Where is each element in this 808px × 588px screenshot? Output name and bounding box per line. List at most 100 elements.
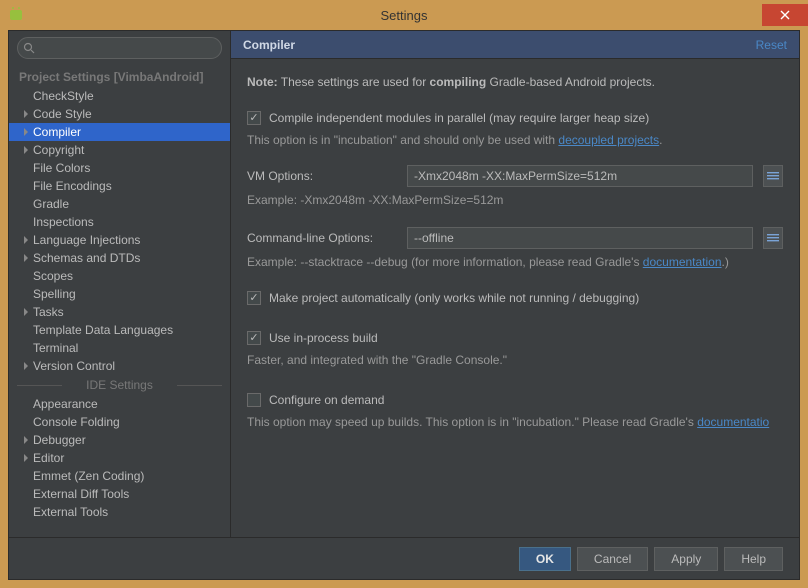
configure-demand-checkbox[interactable]: [247, 393, 261, 407]
tree-item[interactable]: Gradle: [9, 195, 230, 213]
tree-item[interactable]: Template Data Languages: [9, 321, 230, 339]
tree-item[interactable]: Copyright: [9, 141, 230, 159]
content-area: Project Settings [VimbaAndroid] CheckSty…: [9, 31, 799, 537]
tree-item-label: Language Injections: [33, 233, 140, 247]
tree-item[interactable]: Emmet (Zen Coding): [9, 467, 230, 485]
tree-item[interactable]: Compiler: [9, 123, 230, 141]
configure-demand-hint: This option may speed up builds. This op…: [247, 413, 783, 431]
window-title: Settings: [381, 8, 428, 23]
tree-item-label: Gradle: [33, 197, 69, 211]
tree-item-label: Version Control: [33, 359, 115, 373]
tree-item-label: Copyright: [33, 143, 84, 157]
compiler-panel: Note: These settings are used for compil…: [231, 59, 799, 537]
tree-item[interactable]: CheckStyle: [9, 87, 230, 105]
tree-item[interactable]: Scopes: [9, 267, 230, 285]
gradle-docs-link[interactable]: documentation: [643, 255, 722, 269]
inprocess-label: Use in-process build: [269, 329, 378, 347]
expand-arrow-icon: [19, 362, 33, 370]
inprocess-checkbox[interactable]: [247, 331, 261, 345]
titlebar: Settings: [0, 0, 808, 30]
tree-item[interactable]: Editor: [9, 449, 230, 467]
tree-item-label: Scopes: [33, 269, 73, 283]
ide-settings-header: IDE Settings: [9, 375, 230, 395]
help-button[interactable]: Help: [724, 547, 783, 571]
vm-options-row: VM Options:: [247, 165, 783, 187]
tree-item-label: Spelling: [33, 287, 76, 301]
tree-item-label: Schemas and DTDs: [33, 251, 140, 265]
tree-item[interactable]: Inspections: [9, 213, 230, 231]
tree-item[interactable]: External Diff Tools: [9, 485, 230, 503]
cli-options-row: Command-line Options:: [247, 227, 783, 249]
make-auto-label: Make project automatically (only works w…: [269, 289, 639, 307]
settings-window: Project Settings [VimbaAndroid] CheckSty…: [8, 30, 800, 580]
expand-arrow-icon: [19, 308, 33, 316]
compile-parallel-checkbox[interactable]: [247, 111, 261, 125]
tree-item-label: Console Folding: [33, 415, 120, 429]
tree-item-label: Code Style: [33, 107, 92, 121]
vm-options-expand-button[interactable]: [763, 165, 783, 187]
tree-item-label: Terminal: [33, 341, 78, 355]
tree-item-label: File Colors: [33, 161, 90, 175]
inprocess-row: Use in-process build: [247, 329, 783, 347]
panel-header: Compiler Reset: [231, 31, 799, 59]
cli-options-expand-button[interactable]: [763, 227, 783, 249]
tree-item-label: External Tools: [33, 505, 108, 519]
tree-item[interactable]: Schemas and DTDs: [9, 249, 230, 267]
gradle-docs-link-2[interactable]: documentatio: [697, 415, 769, 429]
inprocess-hint: Faster, and integrated with the "Gradle …: [247, 351, 783, 369]
vm-options-input[interactable]: [407, 165, 753, 187]
tree-item[interactable]: Code Style: [9, 105, 230, 123]
configure-demand-row: Configure on demand: [247, 391, 783, 409]
tree-item-label: External Diff Tools: [33, 487, 129, 501]
tree-item[interactable]: Version Control: [9, 357, 230, 375]
make-auto-row: Make project automatically (only works w…: [247, 289, 783, 307]
panel-title: Compiler: [243, 38, 295, 52]
tree-item-label: CheckStyle: [33, 89, 94, 103]
cli-options-input[interactable]: [407, 227, 753, 249]
tree-item-label: Tasks: [33, 305, 64, 319]
tree-item[interactable]: External Tools: [9, 503, 230, 521]
expand-arrow-icon: [19, 454, 33, 462]
tree-item[interactable]: Terminal: [9, 339, 230, 357]
tree-item-label: Appearance: [33, 397, 98, 411]
configure-demand-label: Configure on demand: [269, 391, 384, 409]
tree-item[interactable]: Tasks: [9, 303, 230, 321]
compile-parallel-row: Compile independent modules in parallel …: [247, 109, 783, 127]
vm-options-example: Example: -Xmx2048m -XX:MaxPermSize=512m: [247, 191, 783, 209]
expand-arrow-icon: [19, 254, 33, 262]
tree-item-label: Compiler: [33, 125, 81, 139]
tree-item[interactable]: File Encodings: [9, 177, 230, 195]
tree-item[interactable]: Language Injections: [9, 231, 230, 249]
app-icon: [8, 7, 24, 23]
tree-item-label: Editor: [33, 451, 64, 465]
tree-item[interactable]: File Colors: [9, 159, 230, 177]
tree-item-label: Template Data Languages: [33, 323, 173, 337]
sidebar: Project Settings [VimbaAndroid] CheckSty…: [9, 31, 231, 537]
search-input[interactable]: [17, 37, 222, 59]
search-icon: [23, 42, 35, 54]
dialog-buttons: OK Cancel Apply Help: [9, 537, 799, 579]
expand-arrow-icon: [19, 436, 33, 444]
main-panel: Compiler Reset Note: These settings are …: [231, 31, 799, 537]
project-settings-header: Project Settings [VimbaAndroid]: [9, 67, 230, 87]
close-button[interactable]: [762, 4, 808, 26]
tree-item[interactable]: Appearance: [9, 395, 230, 413]
settings-tree[interactable]: Project Settings [VimbaAndroid] CheckSty…: [9, 65, 230, 537]
expand-arrow-icon: [19, 236, 33, 244]
tree-item-label: File Encodings: [33, 179, 112, 193]
apply-button[interactable]: Apply: [654, 547, 718, 571]
tree-item[interactable]: Debugger: [9, 431, 230, 449]
search-wrap: [9, 31, 230, 65]
expand-arrow-icon: [19, 146, 33, 154]
tree-item[interactable]: Console Folding: [9, 413, 230, 431]
reset-link[interactable]: Reset: [756, 38, 787, 52]
tree-item-label: Inspections: [33, 215, 94, 229]
ok-button[interactable]: OK: [519, 547, 571, 571]
tree-item-label: Debugger: [33, 433, 86, 447]
tree-item[interactable]: Spelling: [9, 285, 230, 303]
make-auto-checkbox[interactable]: [247, 291, 261, 305]
cancel-button[interactable]: Cancel: [577, 547, 648, 571]
decoupled-projects-link[interactable]: decoupled projects: [558, 133, 659, 147]
vm-options-label: VM Options:: [247, 167, 397, 185]
expand-arrow-icon: [19, 110, 33, 118]
